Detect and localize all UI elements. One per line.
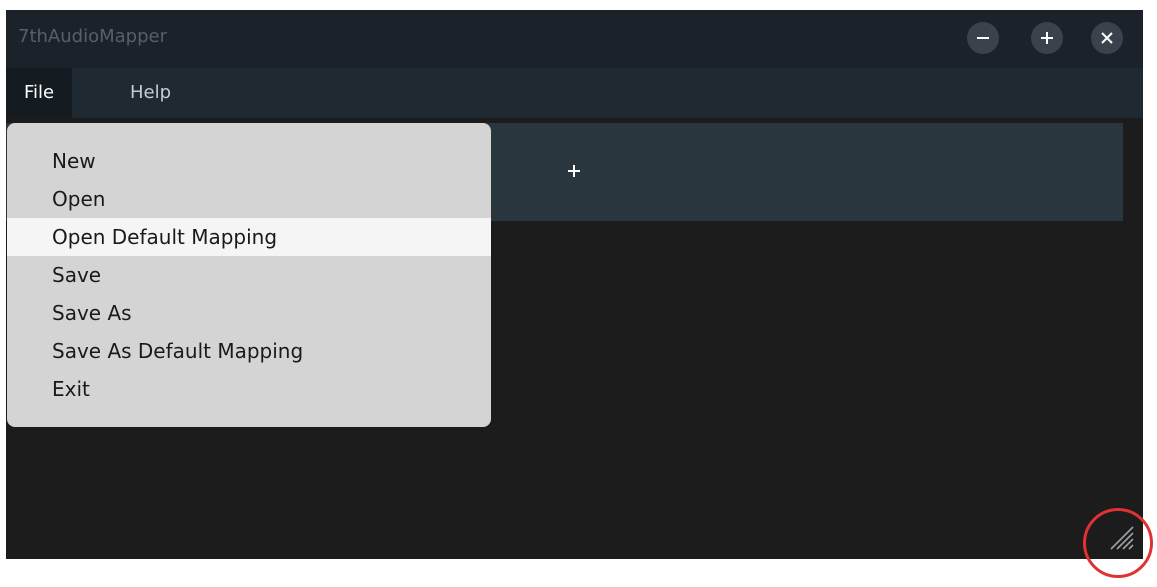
plus-icon [1041,32,1053,44]
menu-bar: File Help [6,68,1143,118]
highlight-annotation-circle [1083,508,1153,578]
add-mapping-button[interactable] [554,151,594,191]
menu-help[interactable]: Help [112,68,189,118]
close-icon [1101,32,1113,44]
close-button[interactable] [1091,22,1123,54]
minimize-button[interactable] [967,22,999,54]
menu-item-open-default-mapping[interactable]: Open Default Mapping [7,218,491,256]
file-menu-dropdown: New Open Open Default Mapping Save Save … [7,123,491,427]
menu-item-save-as-default-mapping[interactable]: Save As Default Mapping [7,332,491,370]
menu-file[interactable]: File [6,68,73,118]
maximize-button[interactable] [1031,22,1063,54]
title-bar[interactable]: 7thAudioMapper [6,10,1143,68]
minus-icon [977,37,989,39]
menu-item-open[interactable]: Open [7,180,491,218]
menu-item-save[interactable]: Save [7,256,491,294]
menu-item-save-as[interactable]: Save As [7,294,491,332]
plus-icon [568,165,580,177]
window-title: 7thAudioMapper [18,26,167,47]
menu-item-new[interactable]: New [7,142,491,180]
menu-item-exit[interactable]: Exit [7,370,491,408]
